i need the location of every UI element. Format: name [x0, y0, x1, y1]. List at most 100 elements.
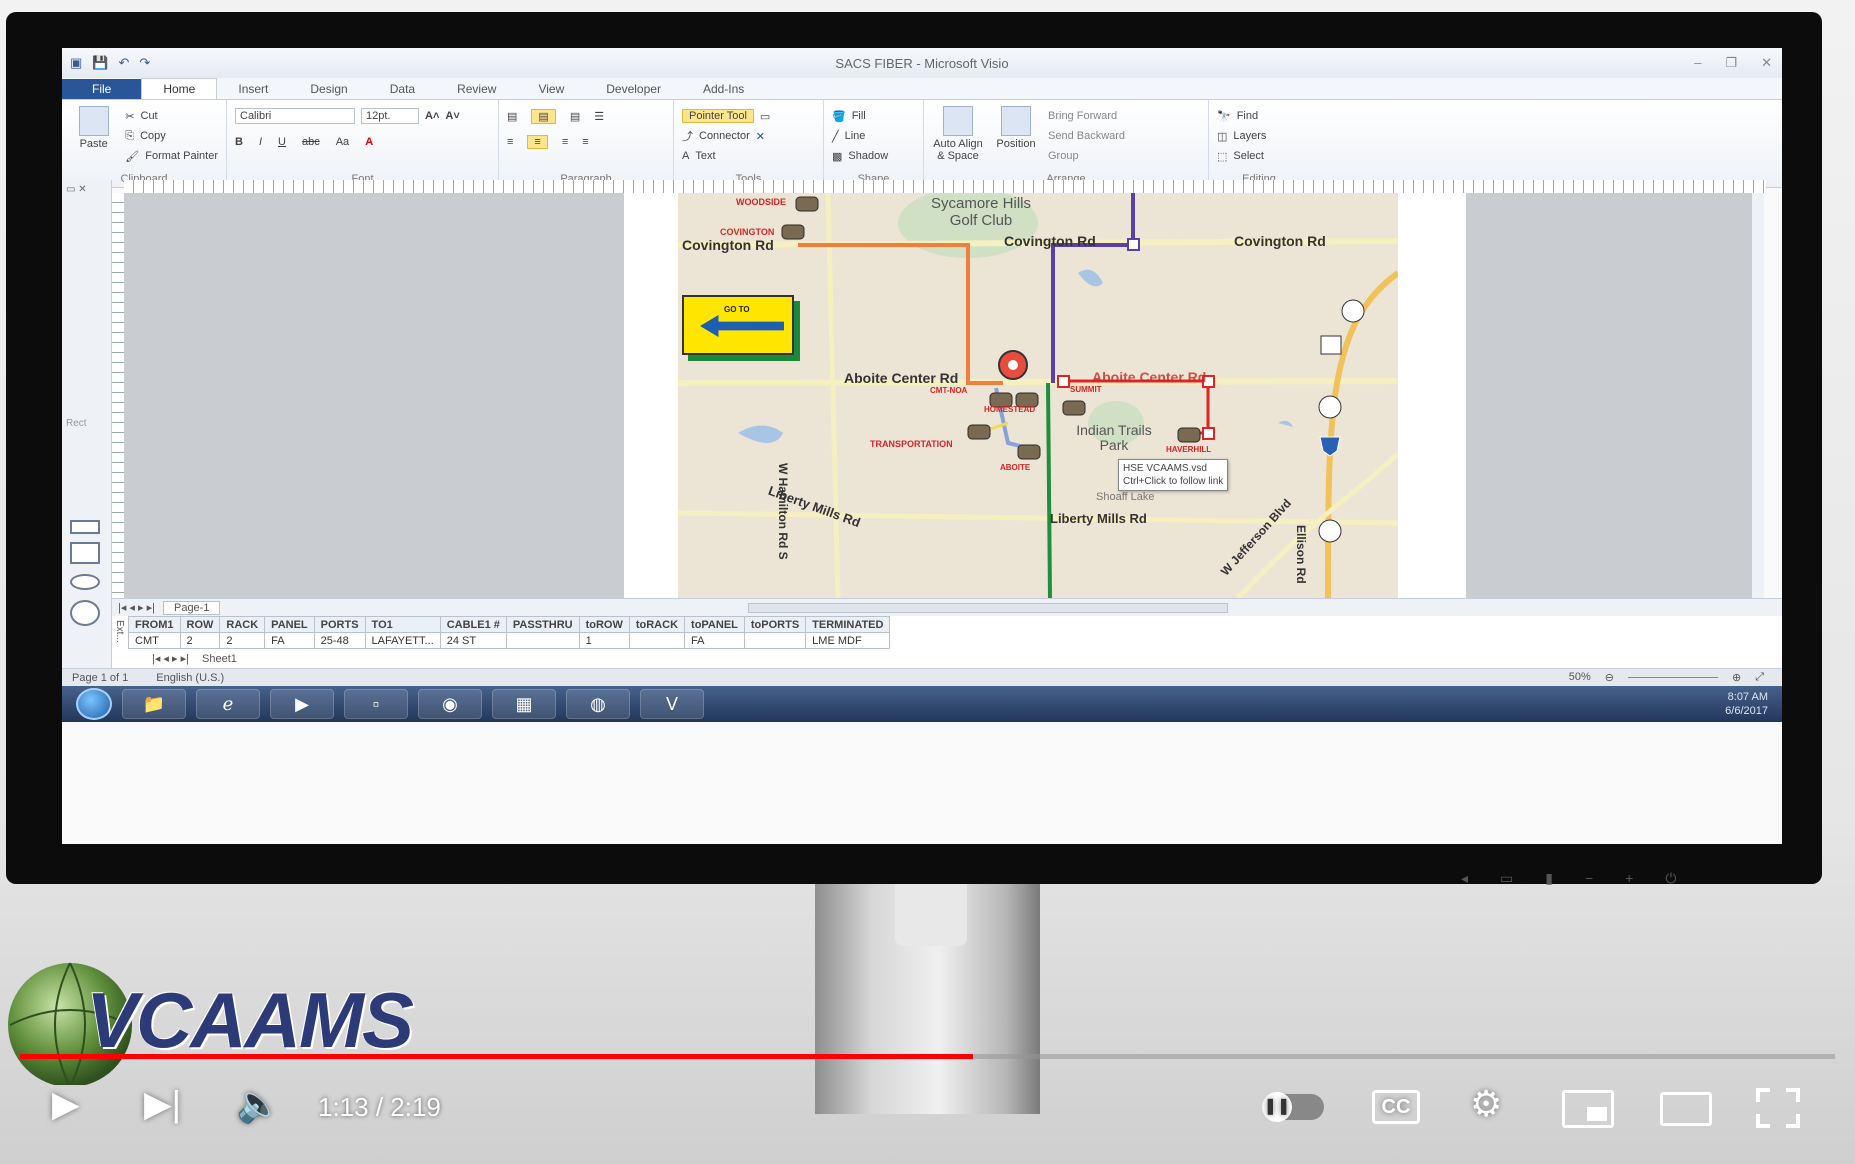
settings-icon[interactable]: ⚙: [1470, 1084, 1502, 1124]
column-header[interactable]: TO1: [364, 616, 441, 633]
rectangle-tool-icon[interactable]: ▭: [760, 110, 770, 123]
fill-button[interactable]: 🪣 Fill: [832, 106, 915, 126]
justify-icon[interactable]: ≡: [582, 136, 588, 148]
tab-design[interactable]: Design: [289, 79, 368, 99]
vertical-scrollbar[interactable]: [1752, 193, 1764, 598]
zoom-slider[interactable]: [1627, 677, 1718, 684]
volume-icon[interactable]: 🔈: [236, 1084, 281, 1124]
pointer-tool-button[interactable]: Pointer Tool: [682, 109, 754, 123]
tab-file[interactable]: File: [62, 79, 142, 99]
column-header[interactable]: toRACK: [628, 616, 686, 633]
table-cell[interactable]: CMT: [128, 632, 181, 649]
start-button[interactable]: [76, 688, 112, 720]
column-header[interactable]: PORTS: [313, 616, 366, 633]
fullscreen-icon[interactable]: [1756, 1088, 1800, 1128]
autoplay-toggle[interactable]: ❚❚: [1262, 1092, 1324, 1122]
next-icon[interactable]: ▶|: [144, 1084, 181, 1124]
table-cell[interactable]: [628, 632, 686, 649]
fit-page-icon[interactable]: ⤢: [1755, 671, 1764, 684]
horizontal-scrollbar[interactable]: [748, 602, 1229, 613]
send-backward-button[interactable]: Send Backward: [1048, 126, 1125, 146]
table-cell[interactable]: 2: [219, 632, 266, 649]
stencil-ellipse[interactable]: [70, 574, 100, 590]
cc-button[interactable]: CC: [1372, 1090, 1420, 1124]
grow-font-icon[interactable]: A˄: [425, 110, 439, 122]
align-center-icon[interactable]: ≡: [527, 135, 548, 149]
column-header[interactable]: RACK: [219, 616, 266, 633]
column-header[interactable]: toPANEL: [684, 616, 745, 633]
taskbar-clock[interactable]: 8:07 AM 6/6/2017: [1725, 690, 1768, 718]
table-row[interactable]: CMT 2 2 FA 25-48 LAFAYETT... 24 ST 1 FA LME MDF: [128, 632, 891, 649]
shrink-font-icon[interactable]: A˅: [445, 110, 459, 122]
italic-button[interactable]: I: [259, 136, 262, 148]
site-summit[interactable]: SUMMIT: [1070, 385, 1102, 394]
page-tab[interactable]: Page-1: [162, 600, 221, 615]
goto-button[interactable]: GO TO: [682, 295, 794, 355]
font-color-button[interactable]: A: [365, 136, 373, 148]
align-top-icon[interactable]: ▤: [507, 110, 517, 123]
change-case-button[interactable]: Aa: [336, 136, 349, 148]
taskbar-ie-icon[interactable]: ℯ: [196, 689, 260, 719]
column-header[interactable]: PASSTHRU: [505, 616, 580, 633]
auto-align-button[interactable]: Auto Align & Space: [932, 106, 984, 166]
taskbar-app3-icon[interactable]: ▦: [492, 689, 556, 719]
drawing-canvas[interactable]: WOODSIDE COVINGTON Covington Rd Sycamore…: [124, 193, 1764, 598]
tab-data[interactable]: Data: [369, 79, 436, 99]
tab-home[interactable]: Home: [141, 78, 218, 99]
find-button[interactable]: 🔭 Find: [1217, 106, 1301, 126]
fiber-route-map[interactable]: WOODSIDE COVINGTON Covington Rd Sycamore…: [678, 193, 1398, 598]
paste-button[interactable]: Paste: [70, 106, 117, 166]
column-header[interactable]: toPORTS: [743, 616, 807, 633]
position-button[interactable]: Position: [990, 106, 1042, 166]
column-header[interactable]: FROM1: [128, 616, 181, 633]
align-left-icon[interactable]: ≡: [507, 136, 513, 148]
table-cell[interactable]: FA: [684, 632, 745, 649]
layers-button[interactable]: ◫ Layers: [1217, 126, 1301, 146]
taskbar-chrome-icon[interactable]: ◍: [566, 689, 630, 719]
minimize-icon[interactable]: –: [1694, 55, 1701, 71]
font-size-select[interactable]: 12pt.: [361, 108, 419, 124]
miniplayer-icon[interactable]: [1562, 1090, 1614, 1128]
copy-button[interactable]: ⎘ Copy: [125, 126, 218, 146]
column-header[interactable]: TERMINATED: [805, 616, 891, 633]
sheet-tab[interactable]: Sheet1: [202, 653, 237, 665]
table-cell[interactable]: 24 ST: [439, 632, 507, 649]
close-icon[interactable]: ✕: [1761, 55, 1772, 71]
align-right-icon[interactable]: ≡: [562, 136, 568, 148]
site-homestead[interactable]: HOMESTEAD: [984, 405, 1035, 414]
stencil-square[interactable]: [70, 542, 100, 564]
close-x-icon[interactable]: ✕: [756, 130, 765, 143]
site-covington[interactable]: COVINGTON: [720, 227, 774, 237]
tab-add-ins[interactable]: Add-Ins: [682, 79, 765, 99]
site-haverhill[interactable]: HAVERHILL: [1166, 445, 1211, 454]
align-bottom-icon[interactable]: ▤: [570, 110, 580, 123]
strikethrough-button[interactable]: abc: [302, 136, 320, 148]
maximize-icon[interactable]: ❐: [1725, 55, 1737, 71]
bold-button[interactable]: B: [235, 136, 243, 148]
taskbar-visio-icon[interactable]: V: [640, 689, 704, 719]
progress-bar[interactable]: [20, 1054, 1835, 1059]
column-header[interactable]: ROW: [179, 616, 221, 633]
tab-view[interactable]: View: [517, 79, 585, 99]
tab-developer[interactable]: Developer: [585, 79, 682, 99]
taskbar-explorer-icon[interactable]: 📁: [122, 689, 186, 719]
site-woodside[interactable]: WOODSIDE: [736, 197, 786, 207]
table-cell[interactable]: 1: [578, 632, 630, 649]
stencil-rectangle-thin[interactable]: [70, 520, 100, 534]
tab-insert[interactable]: Insert: [217, 79, 289, 99]
taskbar-app-icon[interactable]: ▫: [344, 689, 408, 719]
taskbar-media-icon[interactable]: ▶: [270, 689, 334, 719]
tab-review[interactable]: Review: [436, 79, 517, 99]
zoom-out-icon[interactable]: ⊖: [1605, 671, 1614, 684]
bring-forward-button[interactable]: Bring Forward: [1048, 106, 1125, 126]
select-button[interactable]: ⬚ Select: [1217, 146, 1301, 166]
underline-button[interactable]: U: [278, 136, 286, 148]
site-cmt[interactable]: CMT-NOA: [930, 386, 967, 395]
play-icon[interactable]: ▶: [52, 1084, 80, 1124]
zoom-in-icon[interactable]: ⊕: [1732, 671, 1741, 684]
group-button[interactable]: Group: [1048, 146, 1125, 166]
connector-button[interactable]: Connector: [699, 130, 750, 142]
column-header[interactable]: CABLE1 #: [439, 616, 507, 633]
shadow-button[interactable]: ▩ Shadow: [832, 146, 915, 166]
text-tool-button[interactable]: Text: [695, 150, 715, 162]
